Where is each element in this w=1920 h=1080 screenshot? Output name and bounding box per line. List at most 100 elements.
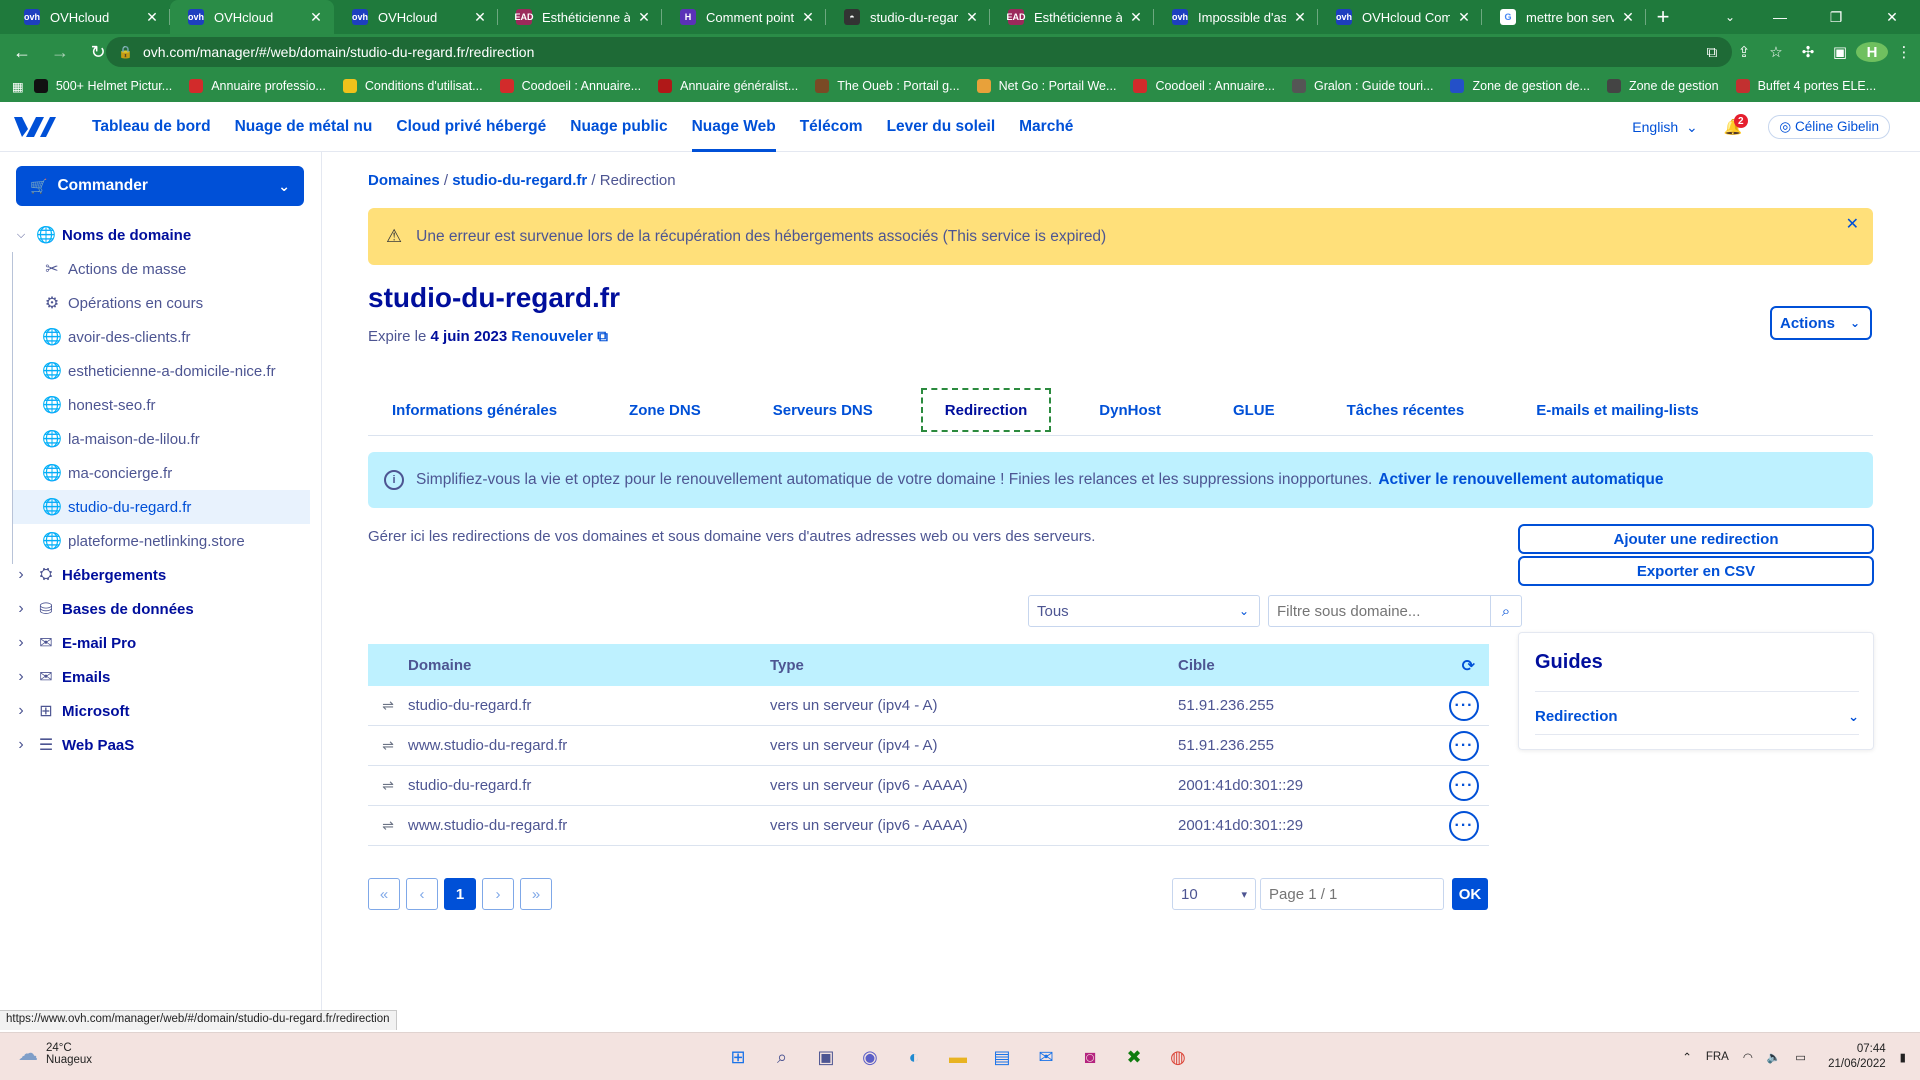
bookmark-item[interactable]: Coodoeil : Annuaire... xyxy=(1133,79,1275,93)
nav-link[interactable]: Marché xyxy=(1019,102,1073,152)
sidebar-domain-item[interactable]: 🌐 honest-seo.fr xyxy=(0,388,322,422)
bookmark-item[interactable]: Zone de gestion de... xyxy=(1450,79,1590,93)
new-tab-button[interactable]: + xyxy=(1646,0,1680,34)
type-filter-select[interactable]: Tous ⌄ xyxy=(1028,595,1260,627)
renew-link[interactable]: Renouveler ⧉ xyxy=(511,328,608,345)
bookmark-item[interactable]: 500+ Helmet Pictur... xyxy=(33,79,172,93)
row-actions-button[interactable]: ··· xyxy=(1449,771,1479,801)
tab-search-icon[interactable]: ⌄ xyxy=(1710,0,1750,34)
row-actions-button[interactable]: ··· xyxy=(1449,691,1479,721)
profile-avatar[interactable]: H xyxy=(1856,42,1888,62)
input-language[interactable]: FRA xyxy=(1706,1051,1729,1063)
task-view-icon[interactable]: ▣ xyxy=(810,1041,842,1073)
domain-tab[interactable]: DynHost xyxy=(1075,388,1185,432)
bookmark-item[interactable]: Zone de gestion xyxy=(1606,79,1719,93)
forward-icon[interactable]: → xyxy=(44,36,76,68)
refresh-icon[interactable]: ⟳ xyxy=(1462,656,1475,676)
close-tab-icon[interactable]: ✕ xyxy=(1620,9,1636,26)
bookmark-item[interactable]: Conditions d'utilisat... xyxy=(342,79,483,93)
sidebar-domain-item[interactable]: 🌐 plateforme-netlinking.store xyxy=(0,524,322,558)
store-icon[interactable]: ▤ xyxy=(986,1041,1018,1073)
close-tab-icon[interactable]: ✕ xyxy=(636,9,652,26)
bookmark-item[interactable]: Annuaire professio... xyxy=(189,79,326,93)
bookmark-star-icon[interactable]: ☆ xyxy=(1760,43,1792,61)
bookmark-item[interactable]: Net Go : Portail We... xyxy=(976,79,1116,93)
close-tab-icon[interactable]: ✕ xyxy=(1128,9,1144,26)
user-menu[interactable]: ◎ Céline Gibelin xyxy=(1768,115,1890,139)
browser-tab[interactable]: ◓ studio-du-regard.f ✕ xyxy=(826,0,990,34)
search-icon[interactable]: ⌕ xyxy=(1490,595,1522,627)
close-window-icon[interactable]: ✕ xyxy=(1864,0,1920,34)
language-selector[interactable]: English ⌄ xyxy=(1632,119,1697,136)
file-explorer-icon[interactable]: ▬ xyxy=(942,1041,974,1073)
minimize-icon[interactable]: — xyxy=(1752,0,1808,34)
nav-link[interactable]: Nuage public xyxy=(570,102,667,152)
sidebar-domain-item[interactable]: 🌐 la-maison-de-lilou.fr xyxy=(0,422,322,456)
breadcrumb-domain[interactable]: studio-du-regard.fr xyxy=(452,172,587,189)
domain-tab[interactable]: Redirection xyxy=(920,388,1052,432)
wifi-icon[interactable]: ◠ xyxy=(1743,1050,1753,1064)
close-tab-icon[interactable]: ✕ xyxy=(964,9,980,26)
close-tab-icon[interactable]: ✕ xyxy=(1456,9,1472,26)
xbox-icon[interactable]: ✖ xyxy=(1118,1041,1150,1073)
nav-link[interactable]: Nuage de métal nu xyxy=(235,102,373,152)
url-bar[interactable]: 🔒 ovh.com/manager/#/web/domain/studio-du… xyxy=(106,37,1732,67)
bookmark-item[interactable]: The Oueb : Portail g... xyxy=(815,79,960,93)
translate-icon[interactable]: ⧉ xyxy=(1696,44,1728,61)
notifications-bell-icon[interactable]: 🔔 2 xyxy=(1724,114,1748,136)
edge-icon[interactable]: ◐ xyxy=(898,1041,930,1073)
nav-link[interactable]: Lever du soleil xyxy=(887,102,996,152)
browser-tab[interactable]: ovh OVHcloud ✕ xyxy=(170,0,334,34)
close-tab-icon[interactable]: ✕ xyxy=(1292,9,1308,26)
subdomain-filter-input[interactable] xyxy=(1268,595,1490,627)
domain-tab[interactable]: GLUE xyxy=(1209,388,1299,432)
notification-center-icon[interactable]: ▮ xyxy=(1900,1050,1906,1064)
prev-page-button[interactable]: ‹ xyxy=(406,878,438,910)
order-button[interactable]: 🛒 Commander ⌄ xyxy=(16,166,304,206)
share-icon[interactable]: ⇪ xyxy=(1728,43,1760,61)
sidebar-domain-item[interactable]: 🌐 ma-concierge.fr xyxy=(0,456,322,490)
close-icon[interactable]: ✕ xyxy=(1846,214,1859,234)
restore-icon[interactable]: ❐ xyxy=(1808,0,1864,34)
browser-tab[interactable]: Gmettre bon server ✕ xyxy=(1482,0,1646,34)
browser-tab[interactable]: ovh OVHcloud ✕ xyxy=(334,0,498,34)
domain-tab[interactable]: Zone DNS xyxy=(605,388,725,432)
next-page-button[interactable]: › xyxy=(482,878,514,910)
row-actions-button[interactable]: ··· xyxy=(1449,811,1479,841)
sidebar-item-domains[interactable]: ⌵ 🌐 Noms de domaine xyxy=(0,218,322,252)
page-input[interactable] xyxy=(1260,878,1444,910)
browser-tab[interactable]: H Comment pointer ✕ xyxy=(662,0,826,34)
clock[interactable]: 07:44 21/06/2022 xyxy=(1828,1042,1886,1072)
browser-tab[interactable]: ovh OVHcloud Commu ✕ xyxy=(1318,0,1482,34)
chrome-icon[interactable]: ◍ xyxy=(1162,1041,1194,1073)
domain-tab[interactable]: Tâches récentes xyxy=(1323,388,1489,432)
chevron-up-icon[interactable]: ⌃ xyxy=(1682,1050,1692,1064)
domain-tab[interactable]: Informations générales xyxy=(368,388,581,432)
domain-tab[interactable]: Serveurs DNS xyxy=(749,388,897,432)
nav-link[interactable]: Cloud privé hébergé xyxy=(396,102,546,152)
row-actions-button[interactable]: ··· xyxy=(1449,731,1479,761)
nav-link[interactable]: Télécom xyxy=(800,102,863,152)
sidebar-section[interactable]: › ⊞ Microsoft xyxy=(0,694,322,728)
close-tab-icon[interactable]: ✕ xyxy=(144,9,160,26)
bookmark-item[interactable]: Coodoeil : Annuaire... xyxy=(499,79,641,93)
windows-start-icon[interactable]: ⊞ xyxy=(722,1041,754,1073)
auto-renew-link[interactable]: Activer le renouvellement automatique xyxy=(1378,471,1663,489)
menu-kebab-icon[interactable]: ⋮ xyxy=(1888,43,1920,61)
browser-tab[interactable]: ovh Impossible d'assoc ✕ xyxy=(1154,0,1318,34)
chat-icon[interactable]: ◉ xyxy=(854,1041,886,1073)
last-page-button[interactable]: » xyxy=(520,878,552,910)
sidebar-section[interactable]: › ✉ E-mail Pro xyxy=(0,626,322,660)
battery-icon[interactable]: ▭ xyxy=(1795,1050,1806,1064)
sidebar-section[interactable]: › ⛭ Hébergements xyxy=(0,558,322,592)
col-type[interactable]: Type xyxy=(770,657,1178,674)
current-page-button[interactable]: 1 xyxy=(444,878,476,910)
first-page-button[interactable]: « xyxy=(368,878,400,910)
search-icon[interactable]: ⌕ xyxy=(766,1041,798,1073)
bookmark-item[interactable]: Gralon : Guide touri... xyxy=(1291,79,1433,93)
export-csv-button[interactable]: Exporter en CSV xyxy=(1518,556,1874,586)
close-tab-icon[interactable]: ✕ xyxy=(472,9,488,26)
sidebar-domain-item[interactable]: ✂ Actions de masse xyxy=(0,252,322,286)
sidebar-section[interactable]: › ⛁ Bases de données xyxy=(0,592,322,626)
back-icon[interactable]: ← xyxy=(6,36,38,68)
